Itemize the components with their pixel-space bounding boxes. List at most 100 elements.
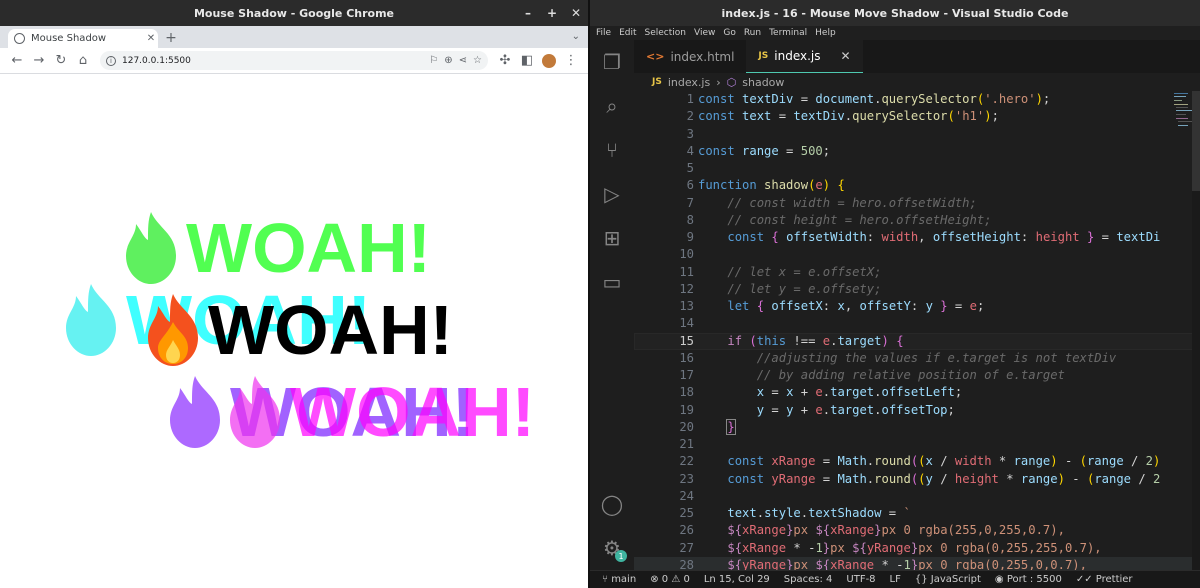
line-number: 8 [686,212,694,227]
maximize-button[interactable]: + [540,0,564,26]
tab-index-html[interactable]: <> index.html [634,40,746,73]
hero-heading: WOAH! [140,292,453,368]
line-number: 18 [679,385,694,400]
folder-icon[interactable]: ▭ [590,260,634,304]
breadcrumb-file[interactable]: index.js [668,76,710,89]
side-panel-icon[interactable]: ◧ [516,50,538,72]
browser-tab[interactable]: Mouse Shadow ✕ [8,29,158,48]
close-button[interactable]: ✕ [564,0,588,26]
tab-close-icon[interactable]: ✕ [841,49,851,63]
end-of-line[interactable]: LF [890,574,901,585]
code-line: 17 // by adding relative position of e.t… [634,367,1200,384]
code-line: 2 const text = textDiv.querySelector('h1'… [634,108,1200,125]
language-mode[interactable]: {} JavaScript [915,574,981,585]
line-number: 5 [686,161,694,175]
tab-index-js[interactable]: JS index.js ✕ [746,40,863,73]
problems-status[interactable]: ⊗ 0 ⚠ 0 [650,574,690,585]
code-line: 8 // const height = hero.offsetHeight; [634,212,1200,229]
prettier-status[interactable]: ✓✓ Prettier [1076,574,1133,585]
js-file-icon: JS [758,51,769,61]
source-control-icon[interactable]: ⑂ [590,128,634,172]
menu-view[interactable]: View [694,28,715,38]
broadcast-icon: ◉ [994,574,1007,585]
site-info-icon[interactable]: i [106,55,116,66]
minimap[interactable] [1174,91,1192,131]
back-arrow-icon[interactable]: ← [6,50,28,72]
vscode-window-title: index.js - 16 - Mouse Move Shadow - Visu… [721,6,1069,20]
encoding[interactable]: UTF-8 [846,574,875,585]
profile-avatar[interactable] [542,53,556,68]
explorer-files-icon[interactable]: ❐ [590,40,634,84]
account-icon[interactable]: ◯ [590,482,634,526]
js-file-icon: JS [652,77,662,87]
indentation[interactable]: Spaces: 4 [784,574,833,585]
reload-icon[interactable]: ↻ [50,50,72,72]
omnibox-actions: ⚐ ⊕ ⋖ ☆ [429,55,482,66]
code-text: y = y + e.target.offsetTop; [756,402,955,417]
code-line: 26 ${xRange}px ${xRange}px 0 rgba(255,0,… [634,522,1200,539]
activity-bar: ❐ ⌕ ⑂ ▷ ⊞ ▭ ◯ ⚙ 1 [590,40,634,570]
warning-icon: ⚠ [671,574,684,585]
scrollbar-thumb[interactable] [1192,91,1200,191]
code-line: 22 const xRange = Math.round((x / width … [634,453,1200,470]
chrome-window: Mouse Shadow - Google Chrome – + ✕ Mouse… [0,0,588,588]
vscode-window: index.js - 16 - Mouse Move Shadow - Visu… [590,0,1200,588]
code-editor[interactable]: 1 const textDiv = document.querySelector(… [634,91,1200,570]
line-number: 4 [686,143,694,158]
line-number: 21 [679,437,694,451]
tab-index-html-label: index.html [670,49,735,64]
settings-gear-icon[interactable]: ⚙ 1 [590,526,634,570]
warning-count: 0 [683,574,690,585]
zoom-icon[interactable]: ⊕ [444,55,452,66]
code-text: // const width = hero.offsetWidth; [727,195,977,210]
search-icon[interactable]: ⌕ [590,84,634,128]
code-line: 28 ${yRange}px ${xRange * -1}px 0 rgba(0… [634,556,1200,570]
chrome-titlebar: Mouse Shadow - Google Chrome – + ✕ [0,0,588,26]
forward-arrow-icon[interactable]: → [28,50,50,72]
extensions-icon[interactable]: ⊞ [590,216,634,260]
bookmark-star-icon[interactable]: ☆ [473,55,482,66]
line-number: 26 [679,523,694,538]
new-tab-button[interactable]: + [162,29,180,47]
code-text: function shadow(e) { [698,178,845,193]
address-bar[interactable]: i 127.0.0.1:5500 ⚐ ⊕ ⋖ ☆ [100,51,488,70]
line-number: 2 [686,109,694,124]
menu-terminal[interactable]: Terminal [769,28,807,38]
run-debug-icon[interactable]: ▷ [590,172,634,216]
menu-help[interactable]: Help [815,28,836,38]
tab-search-chevron-icon[interactable]: ⌄ [572,31,580,42]
page-content: WOAH! WOAH! WOAH! WOAH! WOAH! [0,74,588,588]
line-number: 16 [679,350,694,365]
code-line: 20 } [634,418,1200,436]
translate-icon[interactable]: ⚐ [429,55,438,66]
extensions-puzzle-icon[interactable]: ✣ [494,50,516,72]
code-line: 5 [634,160,1200,177]
editor-scrollbar[interactable] [1192,91,1200,570]
menu-edit[interactable]: Edit [619,28,636,38]
code-text: x = x + e.target.offsetLeft; [756,385,963,400]
branch-status[interactable]: ⑂ main [602,574,636,585]
chrome-menu-icon[interactable]: ⋮ [560,50,582,72]
cursor-position[interactable]: Ln 15, Col 29 [704,574,770,585]
menu-file[interactable]: File [596,28,611,38]
code-line: 21 [634,436,1200,453]
menu-selection[interactable]: Selection [645,28,686,38]
hero-heading-text: WOAH! [208,291,453,369]
tab-close-icon[interactable]: ✕ [144,33,158,44]
home-icon[interactable]: ⌂ [72,50,94,72]
code-text: } [726,418,736,435]
code-text: const range = 500; [698,143,831,158]
share-icon[interactable]: ⋖ [459,55,467,66]
menu-go[interactable]: Go [723,28,735,38]
menu-run[interactable]: Run [744,28,761,38]
vscode-menubar: File Edit Selection View Go Run Terminal… [590,26,1200,40]
double-check-icon: ✓✓ [1075,574,1096,585]
code-text: const text = textDiv.querySelector('h1')… [698,109,999,124]
code-line: 16 //adjusting the values if e.target is… [634,350,1200,367]
tab-index-js-label: index.js [774,49,821,63]
code-line: 7 // const width = hero.offsetWidth; [634,195,1200,212]
breadcrumb-symbol[interactable]: shadow [742,76,784,89]
line-number: 3 [686,126,694,141]
minimize-button[interactable]: – [516,0,540,26]
live-server-port[interactable]: ◉ Port : 5500 [995,574,1062,585]
